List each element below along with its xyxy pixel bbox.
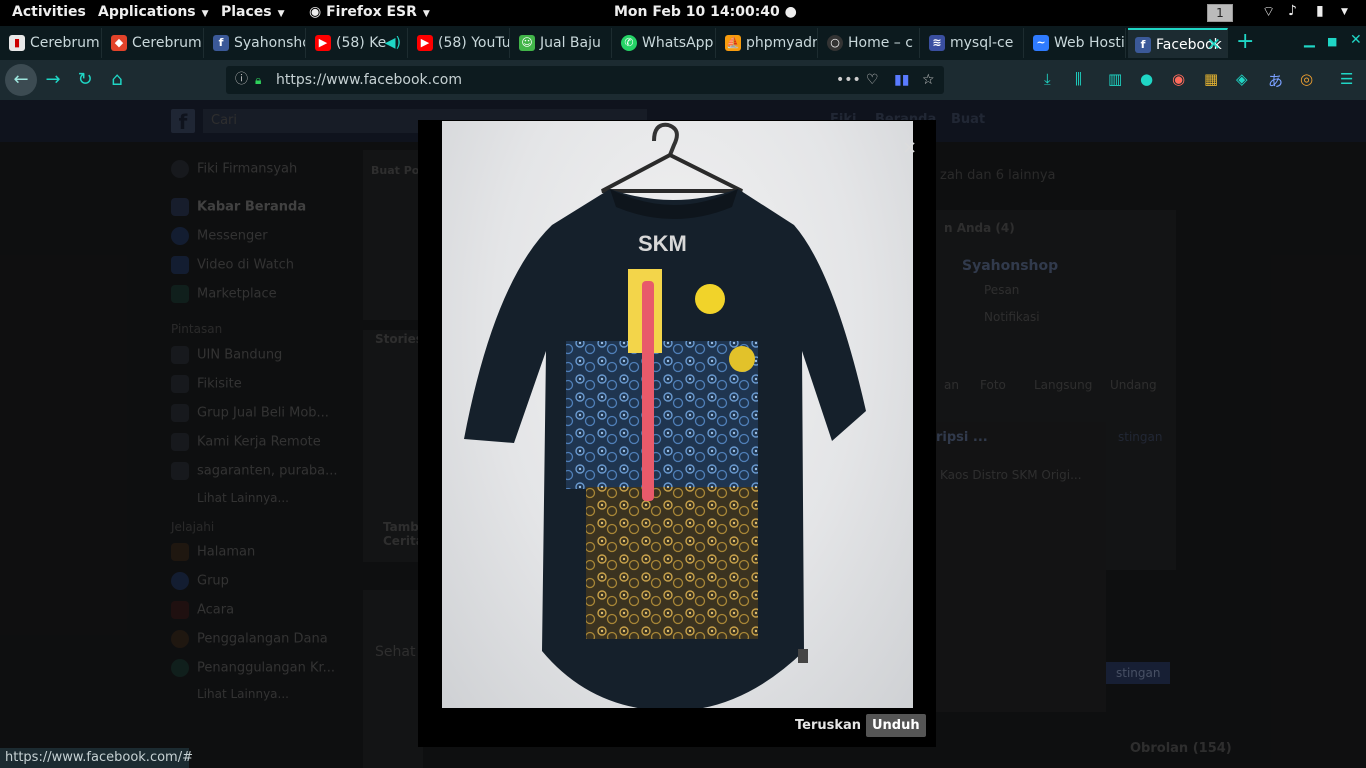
app-name-label: Firefox ESR <box>326 4 417 20</box>
tab-mysql[interactable]: ≋ mysql-ce <box>922 28 1024 58</box>
trello-icon: ▮ <box>9 35 25 51</box>
lock-icon: 🔒︎ <box>255 73 262 87</box>
applications-label: Applications <box>98 4 196 20</box>
stats-icon[interactable]: ▮▮ <box>894 66 909 94</box>
gitlab-icon: ◆ <box>111 35 127 51</box>
tab-youtube-playing[interactable]: ▶ (58) Ke ◀) <box>308 28 408 58</box>
caret-down-icon: ▼ <box>422 9 430 19</box>
facebook-icon: f <box>213 35 229 51</box>
hamburger-menu-icon[interactable]: ☰ <box>1340 70 1353 88</box>
close-window-icon[interactable]: ✕ <box>1350 32 1362 48</box>
tab-label: phpmyadmin <box>746 35 817 51</box>
tab-label: WhatsApp <box>642 35 714 51</box>
tab-cerebrum-2[interactable]: ◆ Cerebrum <box>104 28 204 58</box>
download-button[interactable]: Unduh <box>866 714 926 737</box>
notification-dot-icon: ● <box>784 4 797 20</box>
chart-icon: ~ <box>1033 35 1049 51</box>
clock[interactable]: Mon Feb 10 14:00:40 ● <box>614 4 797 20</box>
tab-label: Web Hosting <box>1054 35 1125 51</box>
sidebar-icon[interactable]: ▥ <box>1108 70 1122 88</box>
extension-owl-icon[interactable]: ◎ <box>1300 70 1313 88</box>
photo-actions-bar: Teruskan Unduh <box>442 708 926 746</box>
workspace-indicator[interactable]: 1 <box>1207 4 1233 22</box>
download-icon[interactable]: ⤓ <box>1044 70 1051 88</box>
tab-facebook-active[interactable]: f Facebook ✕ <box>1128 28 1228 58</box>
tab-syahonshop[interactable]: f Syahonshop <box>206 28 306 58</box>
extension-vpn-icon[interactable]: ◈ <box>1236 70 1248 88</box>
extension-record-icon[interactable]: ◉ <box>1172 70 1185 88</box>
tab-label: Syahonshop <box>234 35 305 51</box>
github-icon: ○ <box>827 35 843 51</box>
speaker-icon[interactable]: ◀) <box>385 28 401 58</box>
wifi-icon: ⌔ <box>1262 4 1276 20</box>
url-text[interactable]: https://www.facebook.com <box>276 66 462 94</box>
account-icon[interactable]: ● <box>1140 70 1153 88</box>
close-tab-icon[interactable]: ✕ <box>1207 30 1221 58</box>
app-menu[interactable]: ◉ Firefox ESR ▼ <box>309 4 430 20</box>
tab-whatsapp[interactable]: ✆ WhatsApp <box>614 28 716 58</box>
translate-icon[interactable]: あ <box>1268 70 1283 91</box>
home-button[interactable]: ⌂ <box>104 67 130 93</box>
tab-home[interactable]: ○ Home – c <box>820 28 920 58</box>
reload-button[interactable]: ↻ <box>72 67 98 93</box>
tab-label: Cerebrum <box>30 35 100 51</box>
new-tab-button[interactable]: + <box>1236 29 1254 54</box>
clock-label: Mon Feb 10 14:00:40 <box>614 4 780 20</box>
stack-icon: ≋ <box>929 35 945 51</box>
arrow-left-icon: ← <box>13 69 29 90</box>
system-menu-caret-icon[interactable]: ▼ <box>1341 7 1348 17</box>
pocket-icon[interactable]: ♡ <box>866 66 879 94</box>
home-icon: ⌂ <box>111 69 123 90</box>
caret-down-icon: ▼ <box>277 9 285 19</box>
volume-icon: ♪ <box>1288 3 1297 19</box>
info-icon[interactable]: ⓘ <box>235 66 248 94</box>
library-icon[interactable]: ⫼ <box>1075 70 1082 88</box>
tab-label: (58) YouTube <box>438 35 510 51</box>
reload-icon: ↻ <box>77 69 93 90</box>
caret-down-icon: ▼ <box>201 9 209 19</box>
product-photo: SKM <box>442 121 913 708</box>
bookmark-star-icon[interactable]: ☆ <box>922 66 935 94</box>
applications-menu[interactable]: Applications ▼ <box>98 4 209 20</box>
maximize-icon[interactable]: ■ <box>1327 35 1337 48</box>
navigation-toolbar: ← → ↻ ⌂ ⓘ 🔒︎ https://www.facebook.com ••… <box>0 60 1366 100</box>
tab-label: Cerebrum <box>132 35 202 51</box>
forward-button[interactable]: Teruskan <box>795 718 861 733</box>
page-actions-icon[interactable]: ••• <box>836 66 861 94</box>
youtube-icon: ▶ <box>315 35 331 51</box>
tab-label: Jual Baju <box>540 35 601 51</box>
close-viewer-icon[interactable]: × <box>902 137 917 158</box>
svg-text:SKM: SKM <box>638 231 687 256</box>
youtube-icon: ▶ <box>417 35 433 51</box>
tab-phpmyadmin[interactable]: ⛵ phpmyadmin <box>718 28 818 58</box>
firefox-icon: ◉ <box>309 4 327 20</box>
tab-label: (58) Ke <box>336 35 387 51</box>
gnome-top-bar: Activities Applications ▼ Places ▼ ◉ Firef… <box>0 0 1366 26</box>
tshirt-image: SKM <box>464 122 866 708</box>
phpmyadmin-icon: ⛵ <box>725 35 741 51</box>
tab-web-hosting[interactable]: ~ Web Hosting <box>1026 28 1126 58</box>
tab-jual-baju[interactable]: ☺ Jual Baju <box>512 28 612 58</box>
tab-youtube[interactable]: ▶ (58) YouTube <box>410 28 510 58</box>
tab-bar: ▮ Cerebrum ◆ Cerebrum f Syahonshop ▶ (58) Ke… <box>0 26 1366 60</box>
places-label: Places <box>221 4 272 20</box>
tab-label: mysql-ce <box>950 35 1014 51</box>
activities-button[interactable]: Activities <box>12 4 86 20</box>
forward-button[interactable]: → <box>40 67 66 93</box>
minimize-icon[interactable]: ▁ <box>1304 32 1315 48</box>
extension-film-icon[interactable]: ▦ <box>1204 70 1218 88</box>
url-bar[interactable]: ⓘ 🔒︎ https://www.facebook.com ••• ♡ ▮▮ ☆ <box>226 66 944 94</box>
tab-cerebrum-1[interactable]: ▮ Cerebrum <box>2 28 102 58</box>
tab-label: Home – c <box>848 35 913 51</box>
back-button[interactable]: ← <box>5 64 37 96</box>
battery-icon: ▮ <box>1316 3 1324 19</box>
places-menu[interactable]: Places ▼ <box>221 4 285 20</box>
tokopedia-icon: ☺ <box>519 35 535 51</box>
arrow-right-icon: → <box>45 69 61 90</box>
whatsapp-icon: ✆ <box>621 35 637 51</box>
link-status-bar: https://www.facebook.com/# <box>0 748 193 768</box>
facebook-icon: f <box>1135 37 1151 53</box>
